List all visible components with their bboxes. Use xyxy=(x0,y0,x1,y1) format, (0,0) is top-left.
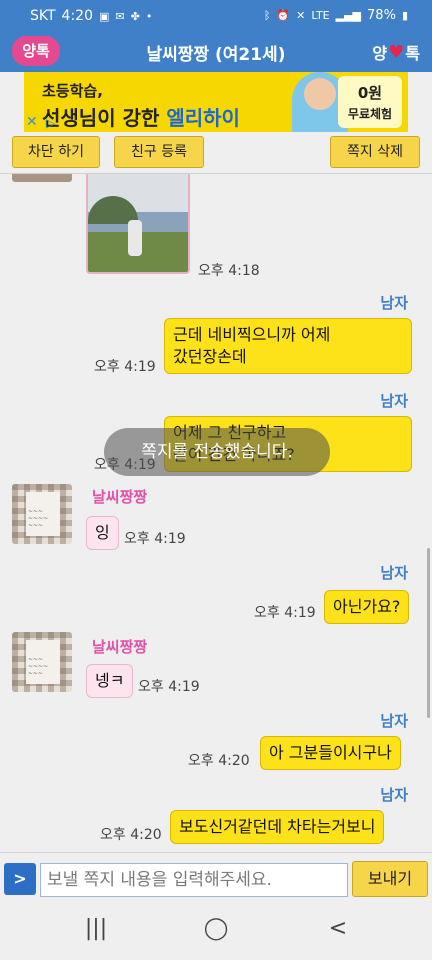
bluetooth-icon: ᛒ xyxy=(263,9,271,22)
add-friend-button[interactable]: 친구 등록 xyxy=(114,136,204,168)
ad-promo-top: 0원 xyxy=(357,84,383,102)
timestamp: 오후 4:19 xyxy=(94,359,156,375)
clock: 4:20 xyxy=(61,8,93,24)
back-button[interactable]: < xyxy=(318,916,358,941)
chat-area[interactable]: 오후 4:18 남자 근데 네비찍으니까 어제 갔던장손데 오후 4:19 남자… xyxy=(0,174,432,852)
status-left: SKT 4:20 ▣ ✉ ✤ • xyxy=(30,8,152,24)
logo-right-a: 양 xyxy=(372,44,388,63)
ad-promo-bottom: 무료체험 xyxy=(347,107,393,121)
battery-icon: ▮ xyxy=(401,9,408,22)
timestamp: 오후 4:19 xyxy=(254,605,316,621)
mute-icon: ✕ xyxy=(296,9,306,22)
logo-right-b: 톡 xyxy=(405,44,420,63)
avatar-partial xyxy=(12,174,72,182)
sender-name: 남자 xyxy=(380,712,408,730)
sender-name: 남자 xyxy=(380,392,408,410)
timestamp: 오후 4:18 xyxy=(198,263,260,279)
lte-signal-label: LTE xyxy=(311,9,330,22)
message-bubble[interactable]: 근데 네비찍으니까 어제 갔던장손데 xyxy=(164,318,412,374)
ad-promo-box: 0원 무료체험 xyxy=(338,76,402,128)
input-bar: > 보내기 xyxy=(0,852,432,902)
message-line: 근데 네비찍으니까 어제 xyxy=(173,325,331,344)
avatar-card-lines: ~~~ ~~~~ ~~~ xyxy=(28,656,49,677)
message-input[interactable] xyxy=(40,863,348,897)
delete-message-button[interactable]: 쪽지 삭제 xyxy=(330,136,420,168)
toolbar: 차단 하기 친구 등록 쪽지 삭제 xyxy=(0,132,432,174)
ad-choices-icon[interactable]: ▷ xyxy=(46,116,55,130)
message-bubble[interactable]: 잉 xyxy=(86,516,119,550)
message-bubble[interactable]: 넹ㅋ xyxy=(86,664,134,698)
home-button[interactable]: ◯ xyxy=(196,916,236,941)
app-bar: 양톡 날씨짱짱 (여21세) 양 ♥ 톡 xyxy=(0,32,432,72)
battery-percent: 78% xyxy=(367,8,396,23)
sender-name: 남자 xyxy=(380,564,408,582)
message-bubble[interactable]: 보도신거같던데 차타는거보니 xyxy=(170,810,385,844)
system-nav-bar: ||| ◯ < xyxy=(0,902,432,960)
ad-line2-a: 선생님이 강한 xyxy=(42,106,167,130)
fan-notification-icon: ✤ xyxy=(130,9,140,23)
dot-notification-icon: • xyxy=(145,9,153,23)
page-title: 날씨짱짱 (여21세) xyxy=(146,45,286,65)
ad-line1: 초등학습, xyxy=(42,82,103,100)
app-logo-right[interactable]: 양 ♥ 톡 xyxy=(372,40,420,64)
timestamp: 오후 4:20 xyxy=(100,827,162,843)
heart-icon: ♥ xyxy=(388,41,405,63)
chat-scrollbar[interactable] xyxy=(427,548,430,718)
sender-name: 날씨짱짱 xyxy=(92,488,148,506)
image-notification-icon: ▣ xyxy=(99,9,110,23)
carrier-label: SKT xyxy=(30,8,56,24)
alarm-icon: ⏰ xyxy=(276,9,291,22)
sent-toast: 쪽지를 전송했습니다. xyxy=(104,428,330,476)
avatar-card-lines: ~~~ ~~~~ ~~~ xyxy=(28,508,49,529)
expand-arrow-button[interactable]: > xyxy=(4,863,36,895)
recent-apps-button[interactable]: ||| xyxy=(76,916,116,941)
message-notification-icon: ✉ xyxy=(115,9,125,23)
send-button[interactable]: 보내기 xyxy=(352,861,428,897)
message-bubble[interactable]: 아닌가요? xyxy=(324,590,410,624)
photo-message[interactable] xyxy=(86,174,190,274)
avatar[interactable]: ~~~ ~~~~ ~~~ xyxy=(12,632,72,692)
timestamp: 오후 4:19 xyxy=(138,679,200,695)
signal-icon: ▂▄▆ xyxy=(335,9,362,22)
timestamp: 오후 4:20 xyxy=(188,753,250,769)
ad-close-icon[interactable]: ✕ xyxy=(26,114,38,130)
photo-person xyxy=(128,220,142,256)
avatar-card: ~~~ ~~~~ ~~~ xyxy=(26,640,60,684)
avatar[interactable]: ~~~ ~~~~ ~~~ xyxy=(12,484,72,544)
block-button[interactable]: 차단 하기 xyxy=(12,136,100,168)
avatar-card: ~~~ ~~~~ ~~~ xyxy=(26,492,60,536)
ad-banner[interactable]: 초등학습, 선생님이 강한 엘리하이 0원 무료체험 ✕ ▷ xyxy=(24,72,408,132)
sender-name: 남자 xyxy=(380,786,408,804)
ad-line2: 선생님이 강한 엘리하이 xyxy=(42,102,240,131)
sender-name: 남자 xyxy=(380,294,408,312)
status-right: ᛒ ⏰ ✕ LTE ▂▄▆ 78% ▮ xyxy=(264,8,408,23)
message-line: 갔던장손데 xyxy=(173,347,247,366)
timestamp: 오후 4:19 xyxy=(124,531,186,547)
sender-name: 날씨짱짱 xyxy=(92,638,148,656)
ad-line2-brand: 엘리하이 xyxy=(166,106,240,130)
status-bar: SKT 4:20 ▣ ✉ ✤ • ᛒ ⏰ ✕ LTE ▂▄▆ 78% ▮ xyxy=(0,0,432,32)
message-bubble[interactable]: 아 그분들이시구나 xyxy=(260,736,401,770)
